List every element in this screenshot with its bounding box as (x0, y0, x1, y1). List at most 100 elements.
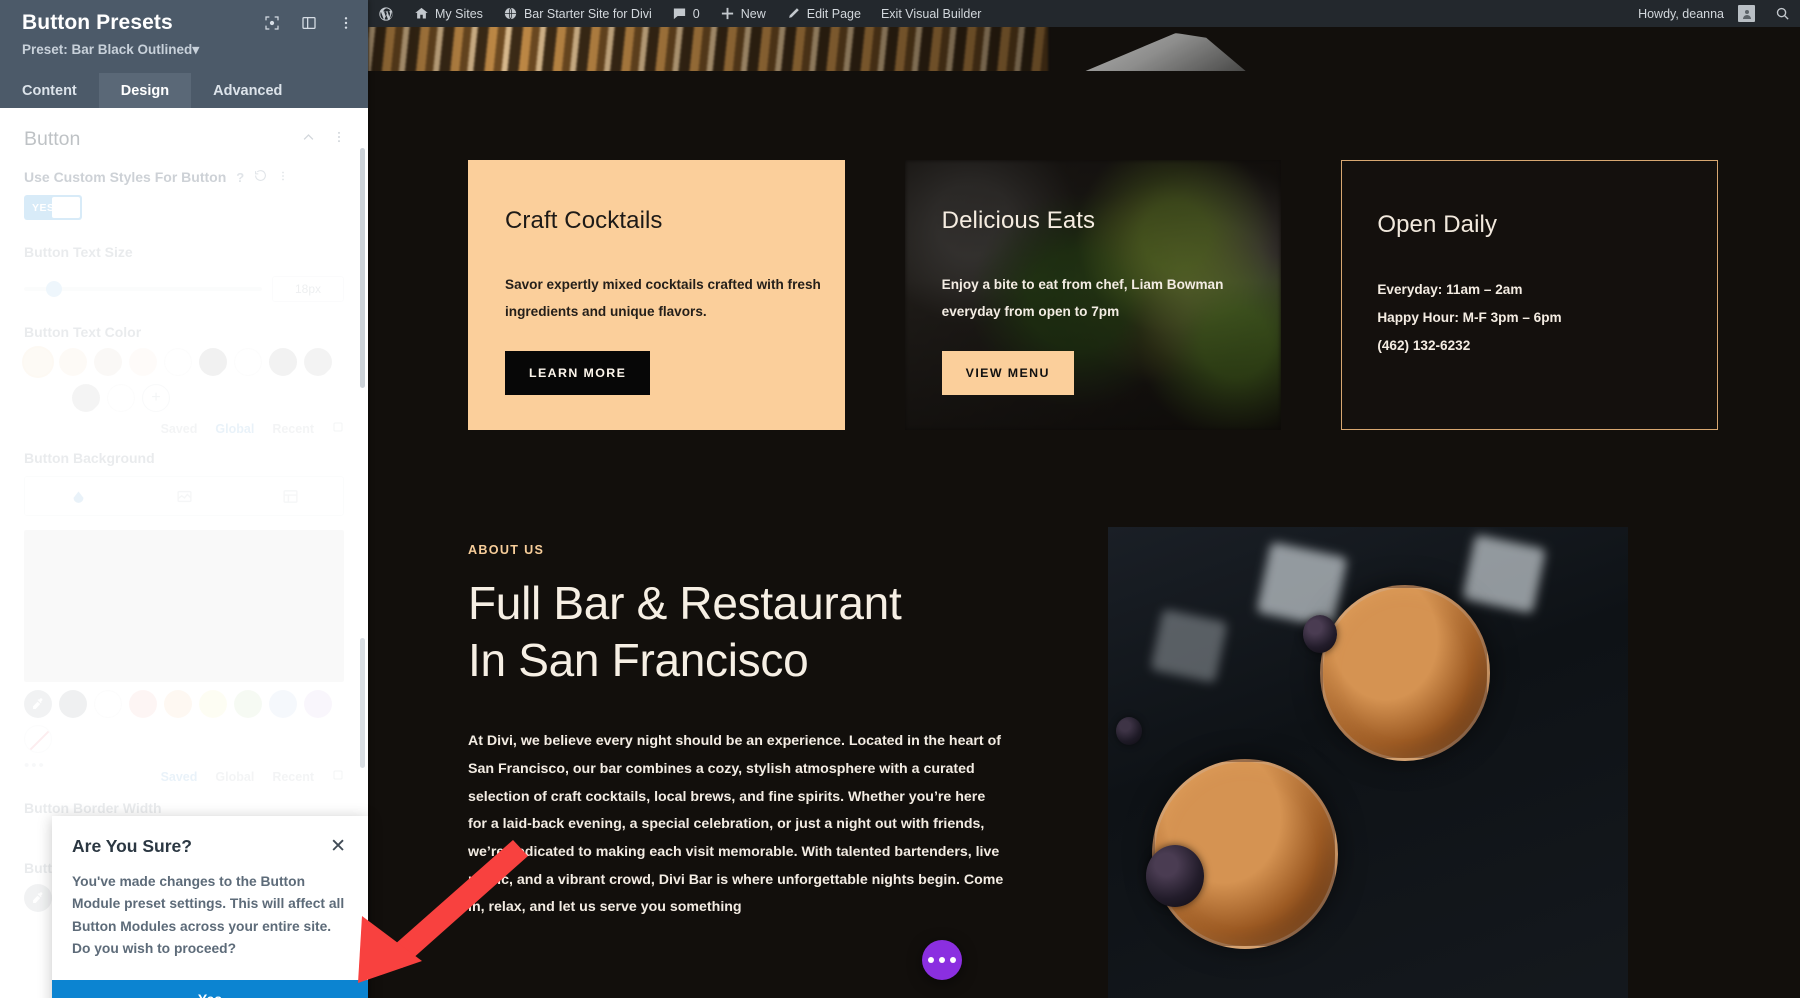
use-custom-styles-toggle[interactable]: YES (24, 195, 82, 220)
background-image-tab[interactable] (237, 477, 343, 515)
panel-preset-selector[interactable]: Preset: Bar Black Outlined▾ (22, 42, 352, 58)
learn-more-button[interactable]: LEARN MORE (505, 351, 650, 395)
ice-cube (1462, 534, 1546, 614)
text-color-swatches-row-2[interactable]: + (0, 376, 368, 412)
site-name-item[interactable]: Bar Starter Site for Divi (493, 0, 662, 27)
button-group-row[interactable]: Button (0, 108, 368, 151)
panel-scrollbar-lower[interactable] (360, 638, 365, 768)
card-open-daily[interactable]: Open Daily Everyday: 11am – 2am Happy Ho… (1341, 160, 1718, 430)
color-swatch[interactable] (107, 384, 135, 412)
exit-visual-builder-label: Exit Visual Builder (881, 7, 982, 21)
color-swatch[interactable] (94, 690, 122, 718)
howdy-label: Howdy, deanna (1638, 7, 1724, 21)
more-vertical-icon[interactable] (277, 170, 289, 185)
button-text-size-option[interactable]: Button Text Size 18px (0, 244, 368, 302)
text-color-swatches[interactable] (0, 340, 368, 376)
wordpress-admin-bar[interactable]: My Sites Bar Starter Site for Divi 0 New (368, 0, 1800, 27)
card-craft-cocktails[interactable]: Craft Cocktails Savor expertly mixed coc… (468, 160, 845, 430)
color-swatch[interactable] (304, 690, 332, 718)
background-gradient-tab[interactable] (131, 477, 237, 515)
are-you-sure-modal[interactable]: Are You Sure? ✕ You've made changes to t… (52, 816, 368, 998)
howdy-item[interactable]: Howdy, deanna (1628, 0, 1765, 27)
transparent-swatch[interactable] (24, 725, 52, 753)
background-color-tab[interactable] (25, 477, 131, 515)
eyedropper-icon[interactable] (24, 884, 52, 912)
tab-design[interactable]: Design (99, 73, 191, 108)
color-source-tabs-2[interactable]: Saved Global Recent (0, 760, 368, 784)
focus-icon[interactable] (264, 15, 280, 31)
button-border-width-option[interactable]: Button Border Width (0, 800, 368, 816)
color-swatch[interactable] (304, 348, 332, 376)
more-vertical-icon[interactable] (332, 130, 346, 149)
button-text-color-option[interactable]: Button Text Color + (0, 324, 368, 436)
color-swatch[interactable] (199, 348, 227, 376)
tab-recent[interactable]: Recent (272, 422, 314, 436)
button-background-option[interactable]: Button Background (0, 450, 368, 784)
more-vertical-icon[interactable] (338, 15, 354, 31)
visual-builder-page-preview[interactable]: Craft Cocktails Savor expertly mixed coc… (368, 27, 1800, 998)
button-text-size-slider-row[interactable]: 18px (24, 276, 344, 302)
color-swatch-selected[interactable] (24, 348, 52, 376)
panel-scrollbar[interactable] (360, 148, 365, 388)
color-swatch[interactable] (129, 348, 157, 376)
background-swatches[interactable] (0, 682, 368, 753)
my-sites-item[interactable]: My Sites (404, 0, 493, 27)
slider-track[interactable] (24, 287, 262, 291)
color-swatch[interactable] (129, 690, 157, 718)
reset-icon[interactable] (254, 169, 267, 185)
tab-recent[interactable]: Recent (272, 770, 314, 784)
color-swatch[interactable] (199, 690, 227, 718)
color-picker-preview[interactable] (24, 530, 344, 682)
group-controls (301, 114, 368, 150)
color-settings-icon[interactable] (332, 769, 344, 784)
view-menu-button[interactable]: VIEW MENU (942, 351, 1074, 395)
use-custom-styles-option[interactable]: Use Custom Styles For Button ? YES (0, 169, 368, 220)
edit-page-label: Edit Page (807, 7, 861, 21)
hero-bottles-image (368, 27, 1048, 71)
new-label: New (741, 7, 766, 21)
exit-visual-builder-item[interactable]: Exit Visual Builder (871, 0, 992, 27)
color-swatch[interactable] (234, 348, 262, 376)
color-source-tabs[interactable]: Saved Global Recent (0, 412, 368, 436)
edit-page-item[interactable]: Edit Page (776, 0, 871, 27)
comments-item[interactable]: 0 (662, 0, 710, 27)
button-text-size-value[interactable]: 18px (272, 276, 344, 302)
slider-knob[interactable] (46, 281, 62, 297)
card-body: Savor expertly mixed cocktails crafted w… (505, 272, 845, 325)
color-swatch[interactable] (164, 348, 192, 376)
panel-tabs[interactable]: Content Design Advanced (0, 73, 368, 108)
color-swatch[interactable] (94, 348, 122, 376)
search-button[interactable] (1765, 0, 1800, 27)
color-swatch[interactable] (234, 690, 262, 718)
wordpress-logo-item[interactable] (368, 0, 404, 27)
button-group-title: Button (0, 112, 104, 151)
tab-content[interactable]: Content (0, 73, 99, 108)
tab-saved[interactable]: Saved (161, 770, 198, 784)
tab-advanced[interactable]: Advanced (191, 73, 304, 108)
button-text-color-label: Button Text Color (0, 324, 368, 340)
card-delicious-eats[interactable]: Delicious Eats Enjoy a bite to eat from … (905, 160, 1282, 430)
color-swatch[interactable] (269, 348, 297, 376)
color-swatch[interactable] (59, 690, 87, 718)
color-settings-icon[interactable] (332, 421, 344, 436)
tab-saved[interactable]: Saved (161, 422, 198, 436)
eyedropper-icon[interactable] (24, 690, 52, 718)
background-type-tabs[interactable] (24, 476, 344, 516)
tab-global[interactable]: Global (215, 422, 254, 436)
divi-menu-fab[interactable] (922, 940, 962, 980)
layout-icon[interactable] (301, 15, 317, 31)
help-icon[interactable]: ? (236, 170, 244, 185)
tab-global[interactable]: Global (215, 770, 254, 784)
wordpress-logo-icon (378, 6, 394, 22)
color-swatch[interactable] (269, 690, 297, 718)
confirm-yes-button[interactable]: Yes (52, 980, 368, 998)
new-item[interactable]: New (710, 0, 776, 27)
color-swatch[interactable] (164, 690, 192, 718)
chevron-up-icon[interactable] (301, 130, 316, 150)
comment-count: 0 (693, 7, 700, 21)
color-swatch[interactable] (59, 348, 87, 376)
color-swatch[interactable] (72, 384, 100, 412)
close-icon[interactable]: ✕ (328, 836, 348, 857)
add-color-button[interactable]: + (142, 384, 170, 412)
hours-line: Happy Hour: M-F 3pm – 6pm (1377, 304, 1717, 332)
